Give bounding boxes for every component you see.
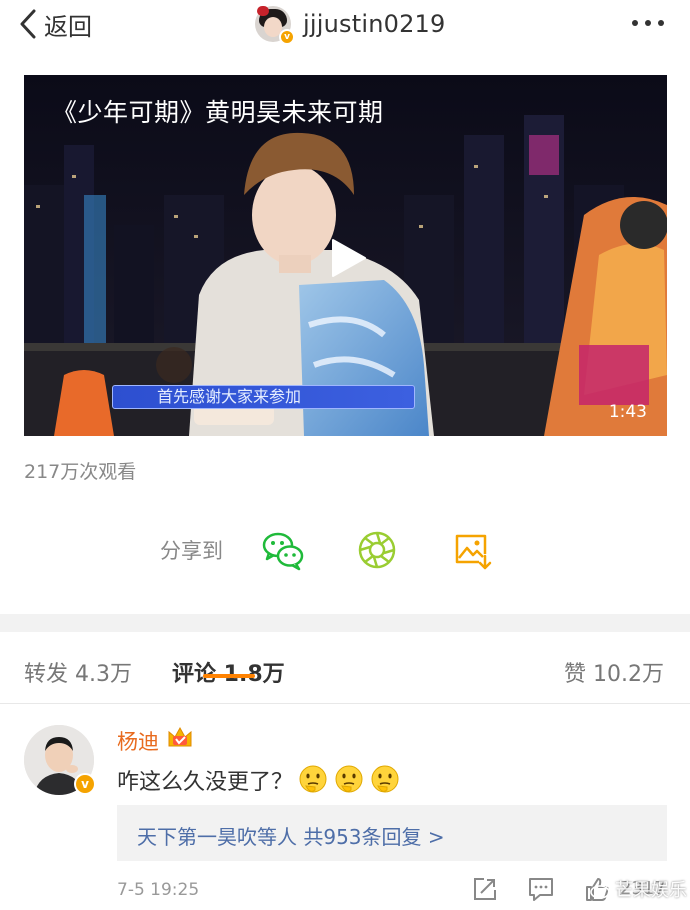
back-button[interactable]: 返回 (18, 6, 92, 42)
repost-icon[interactable] (472, 876, 498, 902)
share-label: 分享到 (160, 539, 223, 563)
video-player[interactable]: 《少年可期》黄明昊未来可期 首先感谢大家来参加 1:43 (24, 75, 667, 436)
username[interactable]: jjjustin0219 (303, 10, 446, 38)
watermark-text: 芒果娱乐 (615, 880, 687, 901)
video-subtitle: 首先感谢大家来参加 (112, 385, 415, 409)
top-bar: 返回 v jjjustin0219 (0, 0, 690, 50)
comment-author[interactable]: 杨迪 (117, 726, 159, 756)
thinking-emoji-icon (335, 765, 363, 793)
more-options-icon[interactable] (632, 20, 664, 26)
comment-text: 咋这么久没更了？ (117, 770, 294, 795)
view-count: 217万次观看 (24, 461, 137, 483)
back-label: 返回 (44, 12, 92, 41)
tab-bar: 转发 4.3万 评论 1.8万 赞 10.2万 (0, 632, 690, 704)
avatar[interactable]: v (255, 6, 295, 45)
wechat-icon[interactable] (261, 528, 305, 572)
moments-icon[interactable] (355, 528, 399, 572)
save-image-icon[interactable] (449, 528, 493, 572)
crown-badge-icon (168, 726, 192, 747)
watermark: 芒果娱乐 (590, 876, 687, 902)
thinking-emoji-icon (299, 765, 327, 793)
comment-item: v 杨迪 咋这么久没更了？ 天下第一昊吹等人 共953条回复 > 7-5 19:… (0, 706, 690, 910)
verified-badge-icon: v (279, 29, 295, 45)
weibo-logo-icon (590, 881, 611, 899)
section-divider (0, 614, 690, 632)
tab-comment[interactable]: 评论 1.8万 (172, 656, 285, 688)
comment-text-row: 咋这么久没更了？ (117, 764, 401, 796)
comment-icon[interactable] (528, 876, 554, 902)
active-tab-indicator (203, 674, 255, 678)
thinking-emoji-icon (371, 765, 399, 793)
post-author[interactable]: v jjjustin0219 (255, 4, 446, 45)
tab-like[interactable]: 赞 10.2万 (564, 656, 664, 688)
comment-timestamp: 7-5 19:25 (117, 880, 200, 900)
replies-summary[interactable]: 天下第一昊吹等人 共953条回复 > (117, 805, 667, 861)
video-duration: 1:43 (608, 402, 647, 422)
verified-badge-icon: v (74, 773, 96, 795)
chevron-left-icon (20, 9, 36, 39)
tab-repost[interactable]: 转发 4.3万 (24, 656, 132, 688)
replies-link[interactable]: 天下第一昊吹等人 共953条回复 > (137, 821, 445, 850)
video-title: 《少年可期》黄明昊未来可期 (52, 98, 384, 127)
play-icon[interactable] (331, 238, 367, 278)
avatar[interactable]: v (24, 725, 96, 795)
share-row: 分享到 (160, 528, 543, 572)
